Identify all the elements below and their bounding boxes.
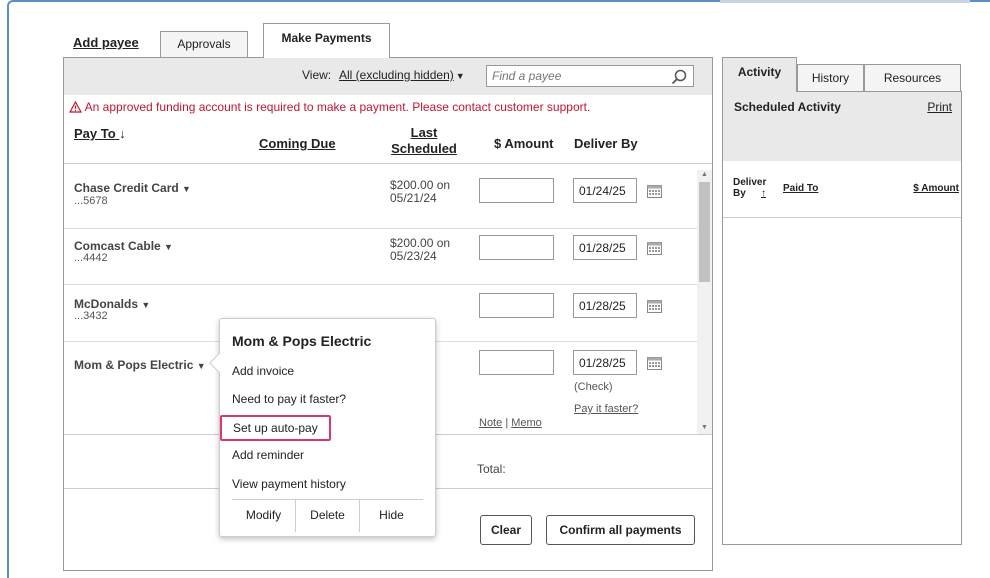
clear-button[interactable]: Clear [480, 515, 532, 545]
payee-name-label: Mom & Pops Electric [74, 358, 194, 372]
payee-account: ...4442 [74, 252, 108, 264]
last-scheduled-value: $200.00 on 05/21/24 [390, 178, 451, 205]
confirm-all-payments-button[interactable]: Confirm all payments [546, 515, 695, 545]
payee-name-mom-pops[interactable]: Mom & Pops Electric ▼ [74, 358, 206, 372]
tab-history[interactable]: History [797, 64, 864, 91]
tab-resources[interactable]: Resources [864, 64, 961, 91]
menu-item-set-up-auto-pay[interactable]: Set up auto-pay [220, 415, 331, 441]
menu-item-view-payment-history[interactable]: View payment history [232, 477, 346, 491]
menu-item-pay-faster[interactable]: Need to pay it faster? [232, 392, 346, 406]
column-deliver-by: Deliver By [574, 136, 638, 151]
chevron-down-icon: ▼ [182, 184, 191, 194]
deliver-by-input[interactable] [573, 178, 637, 203]
calendar-icon[interactable] [647, 300, 662, 313]
total-label: Total: [477, 462, 506, 476]
modify-button[interactable]: Modify [232, 500, 296, 532]
warning-icon [69, 101, 82, 113]
menu-item-add-invoice[interactable]: Add invoice [232, 364, 294, 378]
tab-activity[interactable]: Activity [722, 57, 797, 92]
amount-input[interactable] [479, 178, 554, 203]
payee-name-label: McDonalds [74, 297, 139, 311]
note-memo-links: Note | Memo [479, 417, 542, 429]
tab-make-payments[interactable]: Make Payments [263, 23, 390, 58]
scroll-up-arrow-icon[interactable]: ▲ [701, 171, 708, 178]
arrow-up-icon: ↑ [761, 188, 766, 199]
column-coming-due[interactable]: Coming Due [259, 136, 336, 151]
deliver-by-input[interactable] [573, 293, 637, 318]
payee-name-label: Comcast Cable [74, 239, 161, 253]
warning-text: An approved funding account is required … [84, 100, 591, 114]
view-filter-value: All (excluding hidden) [339, 68, 454, 82]
amount-input[interactable] [479, 350, 554, 375]
calendar-icon[interactable] [647, 185, 662, 198]
payment-method-label: (Check) [574, 381, 613, 393]
hide-button[interactable]: Hide [360, 500, 423, 532]
row-divider [64, 228, 697, 229]
scroll-down-arrow-icon[interactable]: ▼ [701, 424, 708, 431]
arrow-down-icon: ↓ [119, 126, 126, 141]
chevron-down-icon: ▼ [141, 300, 151, 310]
column-activity-deliver-by[interactable]: Deliver By ↑ [733, 177, 766, 199]
delete-button[interactable]: Delete [296, 500, 360, 532]
deliver-by-input[interactable] [573, 350, 637, 375]
amount-input[interactable] [479, 293, 554, 318]
calendar-icon[interactable] [647, 357, 662, 370]
chevron-down-icon: ▼ [455, 71, 465, 81]
amount-input[interactable] [479, 235, 554, 260]
view-label: View: [302, 68, 332, 82]
popup-actions: Modify Delete Hide [232, 500, 423, 532]
search-icon[interactable] [670, 68, 688, 86]
frame-strip [720, 0, 970, 3]
warning-message: An approved funding account is required … [69, 100, 590, 114]
payee-name-comcast[interactable]: Comcast Cable ▼ [74, 239, 173, 253]
activity-panel: Scheduled Activity Print Deliver By ↑ Pai… [722, 91, 962, 545]
view-filter-select[interactable]: All (excluding hidden) ▼ [339, 68, 465, 82]
find-payee-input[interactable] [486, 65, 694, 87]
column-paid-to[interactable]: Paid To [783, 183, 818, 194]
column-pay-to-label: Pay To [74, 126, 116, 141]
payee-name-label: Chase Credit Card [74, 181, 179, 195]
tab-approvals[interactable]: Approvals [160, 31, 248, 57]
deliver-by-input[interactable] [573, 235, 637, 260]
row-divider [64, 284, 697, 285]
payee-actions-popup: Mom & Pops Electric Add invoice Need to … [209, 318, 436, 537]
payee-name-chase[interactable]: Chase Credit Card ▼ [74, 181, 191, 195]
column-amount: $ Amount [494, 136, 554, 151]
memo-link[interactable]: Memo [511, 417, 542, 429]
scheduled-activity-title: Scheduled Activity [734, 100, 841, 114]
payee-account: ...5678 [74, 195, 108, 207]
payee-account: ...3432 [74, 310, 108, 322]
column-activity-deliver-by-label: Deliver By [733, 177, 767, 199]
note-link[interactable]: Note [479, 417, 502, 429]
last-scheduled-value: $200.00 on 05/23/24 [390, 236, 451, 263]
column-pay-to[interactable]: Pay To ↓ [74, 126, 126, 141]
activity-header-divider [723, 217, 961, 218]
column-last-scheduled[interactable]: Last Scheduled [389, 125, 459, 157]
view-bar: View: All (excluding hidden) ▼ [64, 58, 712, 95]
chevron-down-icon: ▼ [196, 361, 206, 371]
scroll-thumb[interactable] [699, 182, 710, 282]
calendar-icon[interactable] [647, 242, 662, 255]
activity-panel-header: Scheduled Activity Print [723, 92, 961, 161]
print-link[interactable]: Print [927, 100, 952, 114]
add-payee-link[interactable]: Add payee [73, 35, 139, 50]
pay-faster-link[interactable]: Pay it faster? [574, 403, 638, 415]
column-activity-amount[interactable]: $ Amount [913, 183, 959, 194]
popup-title: Mom & Pops Electric [232, 333, 372, 349]
scrollbar[interactable]: ▲ ▼ [697, 170, 712, 434]
menu-item-add-reminder[interactable]: Add reminder [232, 448, 304, 462]
header-divider [64, 163, 712, 164]
note-memo-separator: | [505, 417, 509, 429]
payee-name-mcdonalds[interactable]: McDonalds ▼ [74, 297, 150, 311]
chevron-down-icon: ▼ [164, 242, 173, 252]
